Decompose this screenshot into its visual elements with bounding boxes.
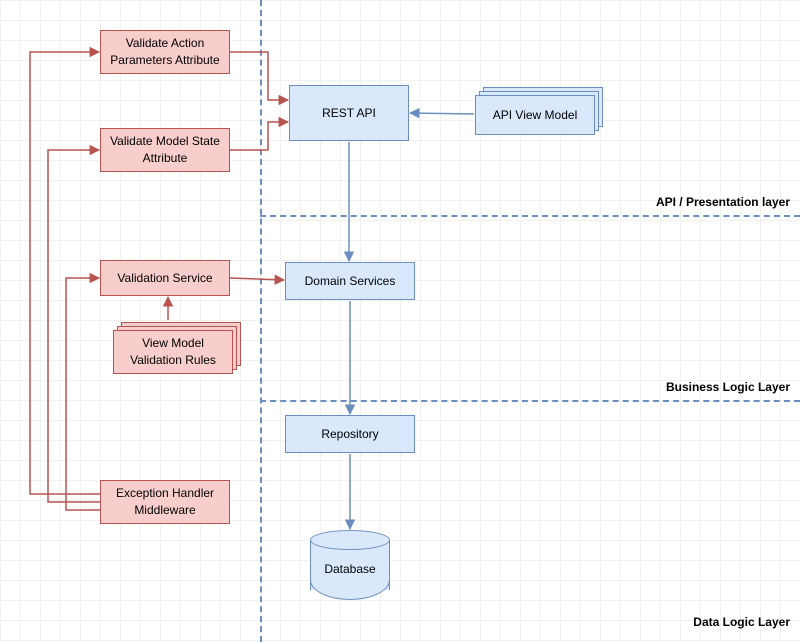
node-label: Validation Service [117, 270, 212, 287]
node-label: Exception Handler Middleware [107, 485, 223, 519]
node-validate-model: Validate Model State Attribute [100, 128, 230, 172]
node-repository: Repository [285, 415, 415, 453]
node-label: Domain Services [305, 273, 396, 290]
node-label: REST API [322, 105, 376, 122]
edge-validate-model-to-restapi [230, 122, 288, 150]
node-label: Validate Action Parameters Attribute [107, 35, 223, 69]
edge-exception-to-validation-service [66, 278, 100, 510]
layer-divider-2 [260, 400, 800, 402]
edge-viewmodel-to-restapi [410, 113, 474, 114]
edge-exception-to-validate-action [30, 52, 100, 494]
edge-validation-service-to-domain [230, 278, 284, 280]
layer-vertical-divider [260, 0, 262, 642]
node-rest-api: REST API [289, 85, 409, 141]
edge-validate-action-to-restapi [230, 52, 288, 100]
layer-label-data: Data Logic Layer [600, 615, 790, 629]
diagram-canvas: API / Presentation layer Business Logic … [0, 0, 800, 642]
node-database: Database [310, 530, 390, 600]
node-view-model-rules-stack: View Model Validation Rules [113, 330, 233, 374]
node-validate-action: Validate Action Parameters Attribute [100, 30, 230, 74]
layer-label-business: Business Logic Layer [600, 380, 790, 394]
node-label: Validate Model State Attribute [107, 133, 223, 167]
node-domain-services: Domain Services [285, 262, 415, 300]
edge-exception-to-validate-model [48, 150, 100, 502]
node-exception-handler: Exception Handler Middleware [100, 480, 230, 524]
node-label: API View Model [493, 107, 578, 124]
node-label: Repository [321, 426, 378, 443]
layer-divider-1 [260, 215, 800, 217]
node-label: View Model Validation Rules [120, 335, 226, 369]
layer-label-api: API / Presentation layer [600, 195, 790, 209]
node-validation-service: Validation Service [100, 260, 230, 296]
node-label: Database [324, 562, 375, 576]
node-api-view-model-stack: API View Model [475, 95, 595, 135]
